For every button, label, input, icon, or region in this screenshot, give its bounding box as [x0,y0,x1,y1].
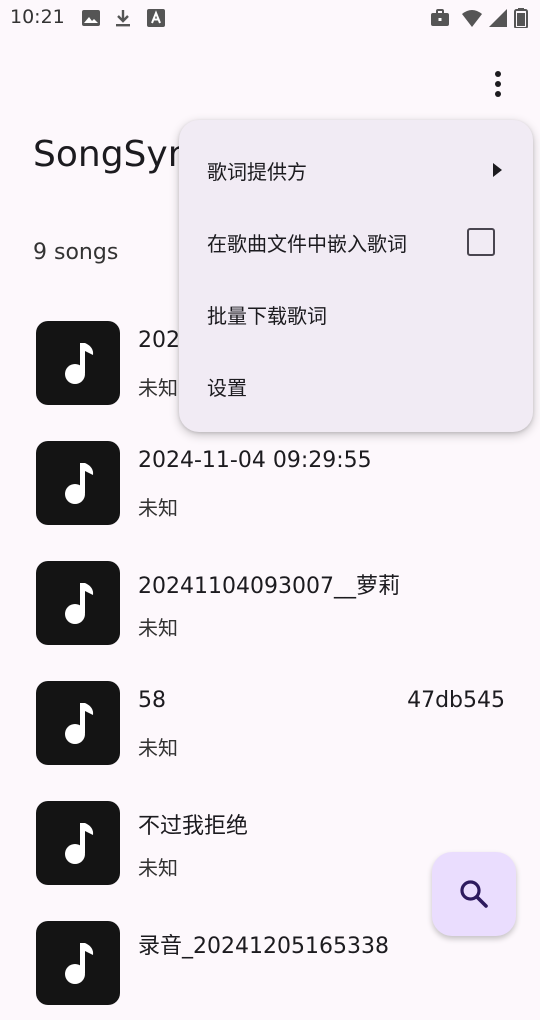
signal-icon [488,8,508,28]
search-fab[interactable] [432,852,516,936]
song-artwork [36,921,120,1005]
music-note-icon [65,703,94,744]
menu-item-settings[interactable]: 设置 [179,350,533,422]
status-bar: 10:21 [0,0,540,36]
song-artwork [36,321,120,405]
song-item[interactable]: 2024-11-04 09:29:55 未知 [0,420,540,540]
menu-item-label: 在歌曲文件中嵌入歌词 [207,231,407,256]
song-item[interactable]: 20241104093007__萝莉 未知 [0,540,540,660]
menu-item-embed-lyrics[interactable]: 在歌曲文件中嵌入歌词 [179,206,533,278]
song-artwork [36,561,120,645]
battery-icon [514,8,528,29]
wifi-icon [462,8,482,28]
song-count: 9 songs [33,240,119,265]
music-note-icon [65,343,94,384]
song-artist: 未知 [138,856,178,880]
embed-lyrics-checkbox[interactable] [467,228,495,256]
overflow-dropdown-menu: 歌词提供方 在歌曲文件中嵌入歌词 批量下载歌词 设置 [179,120,533,432]
song-title: 不过我拒绝 [138,814,249,839]
song-artist: 未知 [138,496,178,520]
a-box-icon [146,8,166,28]
image-icon [81,8,101,28]
song-artist: 未知 [138,736,178,760]
more-vert-icon [495,71,501,97]
song-artwork [36,681,120,765]
download-icon [113,8,133,28]
menu-item-label: 设置 [207,375,247,400]
menu-item-label: 批量下载歌词 [207,303,327,328]
song-title-right: 47db545 [407,688,505,713]
song-title: 20241104093007__萝莉 [138,574,400,599]
music-note-icon [65,463,94,504]
song-title: 2024-11-04 09:29:55 [138,448,372,473]
search-icon [460,880,488,908]
briefcase-icon [430,8,450,28]
song-artist: 未知 [138,616,178,640]
app-title: SongSync [33,134,181,175]
music-note-icon [65,943,94,984]
song-artwork [36,441,120,525]
menu-item-batch-download[interactable]: 批量下载歌词 [179,278,533,350]
status-time: 10:21 [10,6,65,28]
overflow-menu-button[interactable] [478,64,518,104]
submenu-arrow-icon [493,163,502,177]
song-artwork [36,801,120,885]
song-item[interactable]: 58 47db545 未知 [0,660,540,780]
music-note-icon [65,583,94,624]
menu-item-lyrics-provider[interactable]: 歌词提供方 [179,134,533,206]
music-note-icon [65,823,94,864]
menu-item-label: 歌词提供方 [207,159,307,184]
song-artist: 未知 [138,376,178,400]
